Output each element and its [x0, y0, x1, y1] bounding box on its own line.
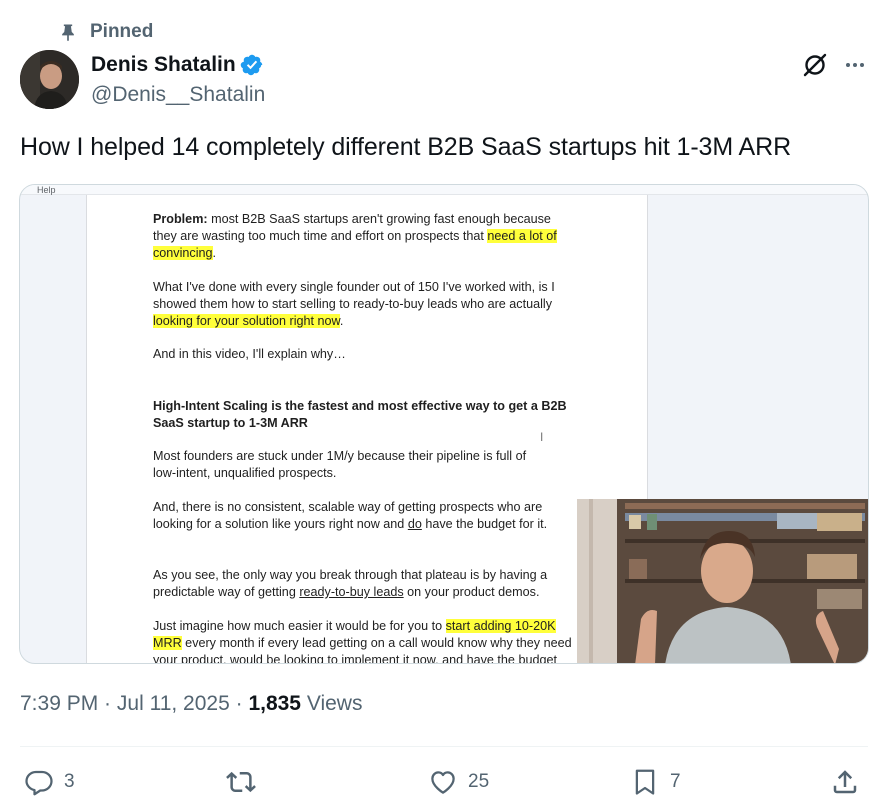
author-info: Denis Shatalin @Denis__Shatalin	[91, 51, 265, 107]
verified-badge-icon	[240, 54, 262, 76]
doc-line: looking for a solution like yours right …	[153, 517, 548, 531]
reply-count: 3	[64, 771, 75, 792]
bookmark-button[interactable]: 7	[630, 762, 681, 802]
grok-button[interactable]	[800, 50, 830, 80]
tweet-meta: 7:39 PM · Jul 11, 2025 · 1,835 Views	[20, 692, 362, 716]
pinned-indicator: Pinned	[58, 20, 153, 44]
doc-line: Most founders are stuck under 1M/y becau…	[153, 449, 527, 463]
doc-line: What I've done with every single founder…	[153, 280, 555, 294]
meta-separator: ·	[98, 692, 117, 715]
doc-toolbar	[20, 185, 868, 195]
like-count: 25	[468, 771, 490, 792]
doc-line: showed them how to start selling to read…	[153, 297, 553, 311]
bookmark-icon	[635, 769, 655, 795]
grok-icon	[803, 53, 827, 77]
pinned-label: Pinned	[90, 21, 154, 42]
doc-line: predictable way of getting ready-to-buy …	[153, 585, 540, 599]
menu-help: Help	[37, 185, 56, 195]
doc-line: And, there is no consistent, scalable wa…	[153, 500, 543, 514]
repost-icon	[226, 771, 256, 793]
doc-line: Just imagine how much easier it would be…	[153, 619, 556, 633]
divider	[20, 746, 868, 747]
tweet-time[interactable]: 7:39 PM	[20, 692, 98, 715]
doc-line: And in this video, I'll explain why…	[153, 347, 346, 361]
reply-button[interactable]: 3	[24, 762, 75, 802]
share-button[interactable]	[830, 762, 860, 802]
doc-heading: SaaS startup to 1-3M ARR	[153, 416, 308, 430]
display-name[interactable]: Denis Shatalin	[91, 53, 236, 77]
like-button[interactable]: 25	[428, 762, 489, 802]
doc-line: convincing.	[153, 246, 217, 260]
bookmark-count: 7	[670, 771, 681, 792]
doc-line: they are wasting too much time and effor…	[153, 229, 557, 243]
webcam-video[interactable]	[577, 499, 868, 663]
doc-line: low-intent, unqualified prospects.	[153, 466, 337, 480]
doc-line: your product, would be looking to implem…	[153, 653, 557, 664]
action-bar: 3 25 7	[20, 762, 868, 802]
doc-line: Problem: most B2B SaaS startups aren't g…	[153, 212, 551, 226]
more-button[interactable]	[840, 50, 870, 80]
avatar[interactable]	[20, 50, 79, 109]
user-handle[interactable]: @Denis__Shatalin	[91, 83, 265, 107]
doc-line: MRR every month if every lead getting on…	[153, 636, 572, 650]
pin-icon	[62, 24, 74, 42]
share-icon	[833, 770, 857, 794]
tweet-date[interactable]: Jul 11, 2025	[117, 692, 230, 715]
tweet-media[interactable]: Help Problem: most B2B SaaS startups are…	[19, 184, 869, 664]
doc-heading: High-Intent Scaling is the fastest and m…	[153, 399, 567, 413]
reply-icon	[25, 770, 53, 796]
heart-icon	[431, 771, 455, 794]
doc-line: looking for your solution right now.	[153, 314, 344, 328]
more-icon	[846, 63, 864, 67]
doc-line: As you see, the only way you break throu…	[153, 568, 548, 582]
views-label: Views	[301, 692, 363, 715]
meta-separator: ·	[229, 692, 249, 715]
repost-button[interactable]	[226, 762, 266, 802]
views-count: 1,835	[248, 692, 301, 715]
tweet-text: How I helped 14 completely different B2B…	[20, 133, 792, 161]
text-cursor-icon: I	[540, 430, 544, 444]
